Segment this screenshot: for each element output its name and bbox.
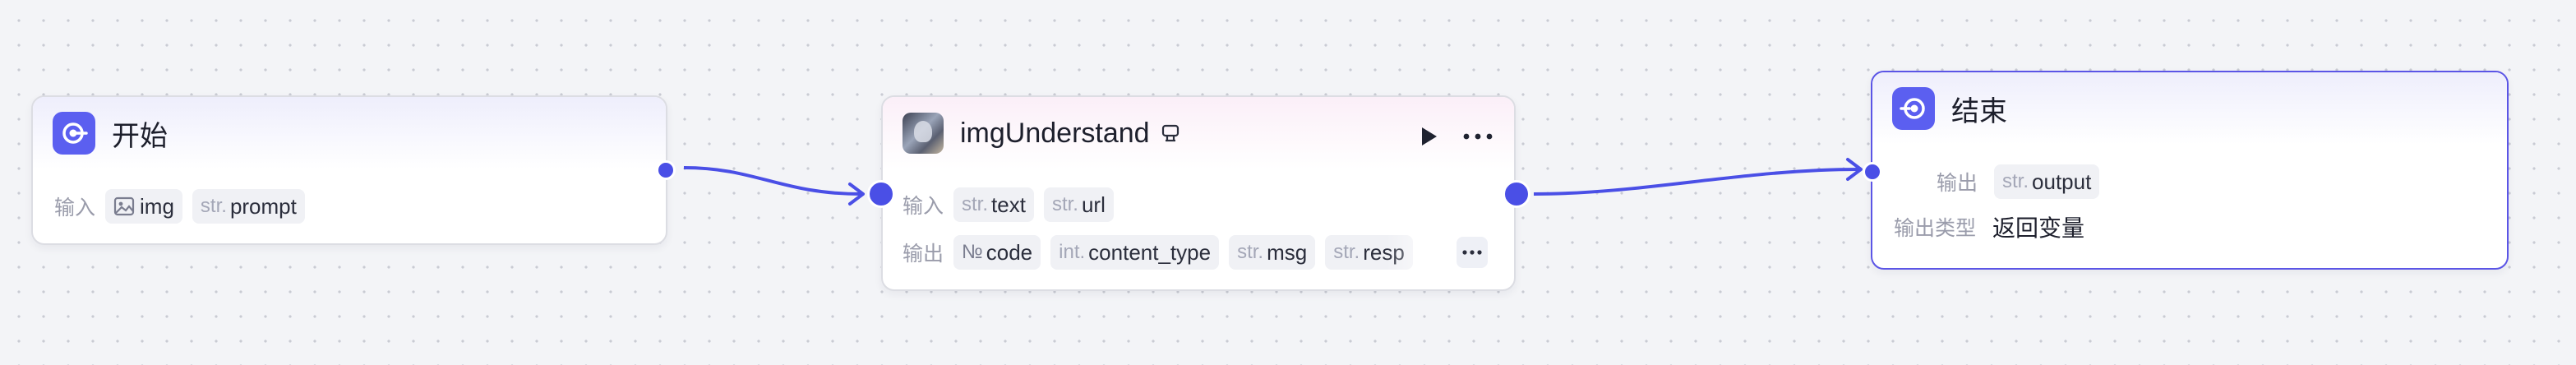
input-label: 输入	[54, 196, 96, 219]
imgunderstand-output-handle[interactable]	[1503, 180, 1530, 208]
start-node-title: 开始	[112, 120, 168, 152]
type-label: str.	[2002, 170, 2029, 192]
play-icon[interactable]	[1417, 125, 1440, 148]
output-tag-code[interactable]: № code	[953, 235, 1041, 270]
output-type-label: 输出类型	[1894, 217, 1977, 240]
end-node-input-handle[interactable]	[1863, 162, 1882, 182]
end-node-title: 结束	[1951, 95, 2007, 127]
output-tag-msg[interactable]: str. msg	[1229, 235, 1316, 270]
output-name: content_type	[1088, 239, 1212, 265]
more-dots-icon	[1462, 250, 1482, 255]
input-tag-url[interactable]: str. url	[1043, 187, 1114, 222]
end-node-header: 结束	[1872, 72, 2507, 145]
start-node-input-row: 输入 img str. prompt	[54, 189, 305, 224]
output-name: msg	[1267, 239, 1308, 265]
end-node-output-row: 输出 str. output	[1937, 164, 2100, 199]
output-label: 输出	[903, 243, 944, 266]
start-node[interactable]: 开始 输入 img str. prompt	[31, 95, 667, 245]
input-name: url	[1081, 192, 1106, 217]
input-tag-prompt[interactable]: str. prompt	[192, 189, 305, 224]
output-name: output	[2032, 169, 2092, 194]
input-name: prompt	[229, 193, 297, 219]
end-node-output-type-row: 输出类型 返回变量	[1894, 210, 2084, 243]
output-tag-content-type[interactable]: int. content_type	[1050, 235, 1220, 270]
type-label: str.	[1333, 241, 1360, 263]
edge-start-to-imgunderstand[interactable]	[683, 166, 862, 196]
start-node-output-handle[interactable]	[656, 160, 676, 180]
input-tag-text[interactable]: str. text	[953, 187, 1034, 222]
output-type-value: 返回变量	[1992, 215, 2085, 241]
outputs-more-button[interactable]	[1457, 237, 1488, 268]
more-dots-icon[interactable]	[1461, 125, 1494, 148]
start-node-header: 开始	[33, 97, 666, 169]
edge-arrow-2	[1846, 158, 1863, 181]
plugin-thumbnail-icon	[903, 113, 944, 154]
plugin-badge-icon	[1161, 124, 1179, 142]
end-node[interactable]: 结束 输出 str. output 输出类型 返回变量	[1871, 71, 2509, 270]
end-flow-icon	[1892, 87, 1935, 130]
input-name: img	[140, 193, 174, 219]
output-label: 输出	[1937, 172, 1978, 195]
edge-arrow-1	[848, 182, 865, 206]
edge-imgunderstand-to-end[interactable]	[1533, 168, 1860, 196]
imgunderstand-node[interactable]: imgUnderstand 输入 str. text str. url 输出 №…	[881, 95, 1516, 291]
image-icon	[113, 196, 135, 216]
type-label: str.	[1051, 193, 1078, 215]
output-name: code	[986, 239, 1033, 265]
imgunderstand-node-header: imgUnderstand	[883, 97, 1514, 169]
input-label: 输入	[903, 195, 944, 218]
start-flow-icon	[53, 112, 95, 155]
input-tag-img[interactable]: img	[105, 189, 182, 224]
type-label: str.	[200, 195, 227, 217]
type-label: №	[962, 241, 983, 263]
imgunderstand-node-title: imgUnderstand	[960, 117, 1150, 149]
output-tag-output[interactable]: str. output	[1994, 164, 2100, 199]
input-name: text	[991, 192, 1026, 217]
imgunderstand-input-handle[interactable]	[867, 180, 895, 208]
type-label: str.	[962, 193, 989, 215]
imgunderstand-input-row: 输入 str. text str. url	[903, 187, 1114, 222]
type-label: int.	[1059, 241, 1086, 263]
type-label: str.	[1237, 241, 1264, 263]
